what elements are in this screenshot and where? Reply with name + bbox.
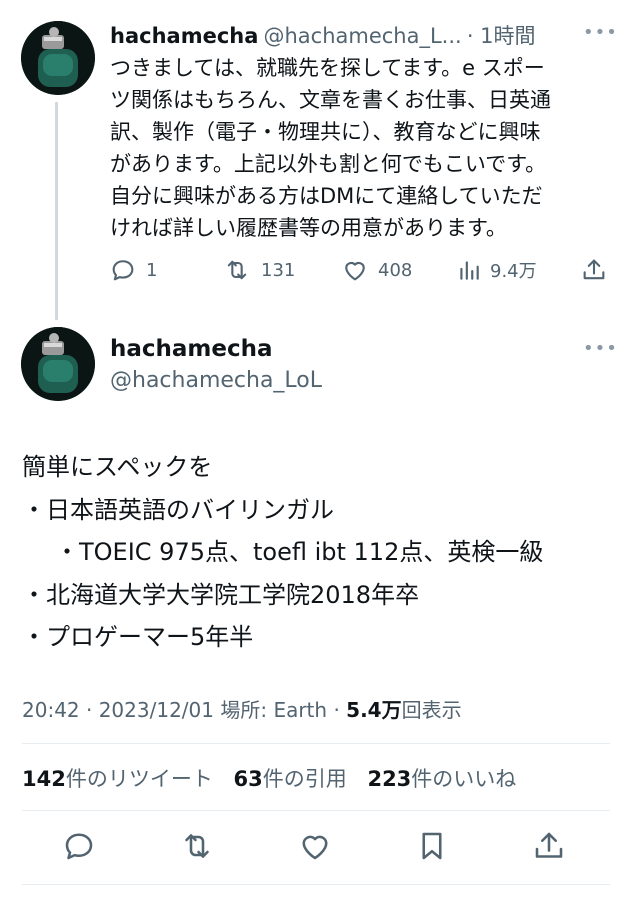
views-icon [460,261,479,280]
divider [22,884,610,885]
retweet-button[interactable] [178,828,216,868]
bookmark-button[interactable] [414,828,450,868]
tweet-text: 簡単にスペックを ・日本語英語のバイリンガル ・TOEIC 975点、toefl… [22,453,544,651]
like-count: 408 [378,259,413,281]
reply-count: 1 [146,259,158,281]
likes-stat[interactable]: 223件のいいね [367,767,516,791]
tweet-time[interactable]: · 1時間 [467,24,536,48]
retweet-count: 131 [261,259,296,281]
reply-icon [65,833,93,860]
share-icon [535,832,563,858]
tweet-text: つきましては、就職先を探してます。e スポー ツ関係はもちろん、文章を書くお仕事… [110,56,551,240]
tweet-timestamp[interactable]: 20:42 · 2023/12/01 [22,698,214,722]
tweet-actions: 1 131 408 9.4万 [108,256,618,286]
avatar[interactable] [21,21,95,95]
author-handle[interactable]: @hachamecha_LoL [110,368,322,393]
tweet-location: 場所: Earth [220,698,328,722]
like-button[interactable]: 408 [340,256,412,284]
retweet-icon [185,834,209,858]
more-icon[interactable]: ••• [583,22,618,43]
share-button[interactable] [580,256,608,284]
author-name[interactable]: hachamecha [110,24,258,48]
retweet-button[interactable]: 131 [221,256,295,284]
engagement-stats: 142件のリツイート 63件の引用 223件のいいね [22,763,530,793]
divider [22,743,610,744]
tweet-meta: 20:42 · 2023/12/01 場所: Earth · 5.4万回表示 [22,698,462,722]
like-icon [302,835,328,860]
thread-line [55,102,58,320]
views-button[interactable]: 9.4万 [456,256,537,284]
view-count: 9.4万 [490,261,537,282]
reply-button[interactable]: 1 [108,256,157,284]
like-button[interactable] [297,828,333,868]
bookmark-icon [422,832,442,860]
share-icon [583,259,605,280]
more-icon[interactable]: ••• [583,338,618,359]
quotes-stat[interactable]: 63件の引用 [234,767,347,791]
divider [22,810,610,811]
tweet-action-bar [0,828,630,864]
share-button[interactable] [531,828,567,868]
retweets-stat[interactable]: 142件のリツイート [22,767,213,791]
avatar[interactable] [21,327,95,401]
retweet-icon [227,260,247,280]
author-name[interactable]: hachamecha [110,336,273,362]
views-label: 回表示 [401,698,462,722]
reply-icon [112,260,134,281]
author-handle[interactable]: @hachamecha_L... [263,24,461,48]
views-number: 5.4万 [346,698,402,722]
reply-button[interactable] [61,828,97,868]
like-icon [345,261,365,281]
